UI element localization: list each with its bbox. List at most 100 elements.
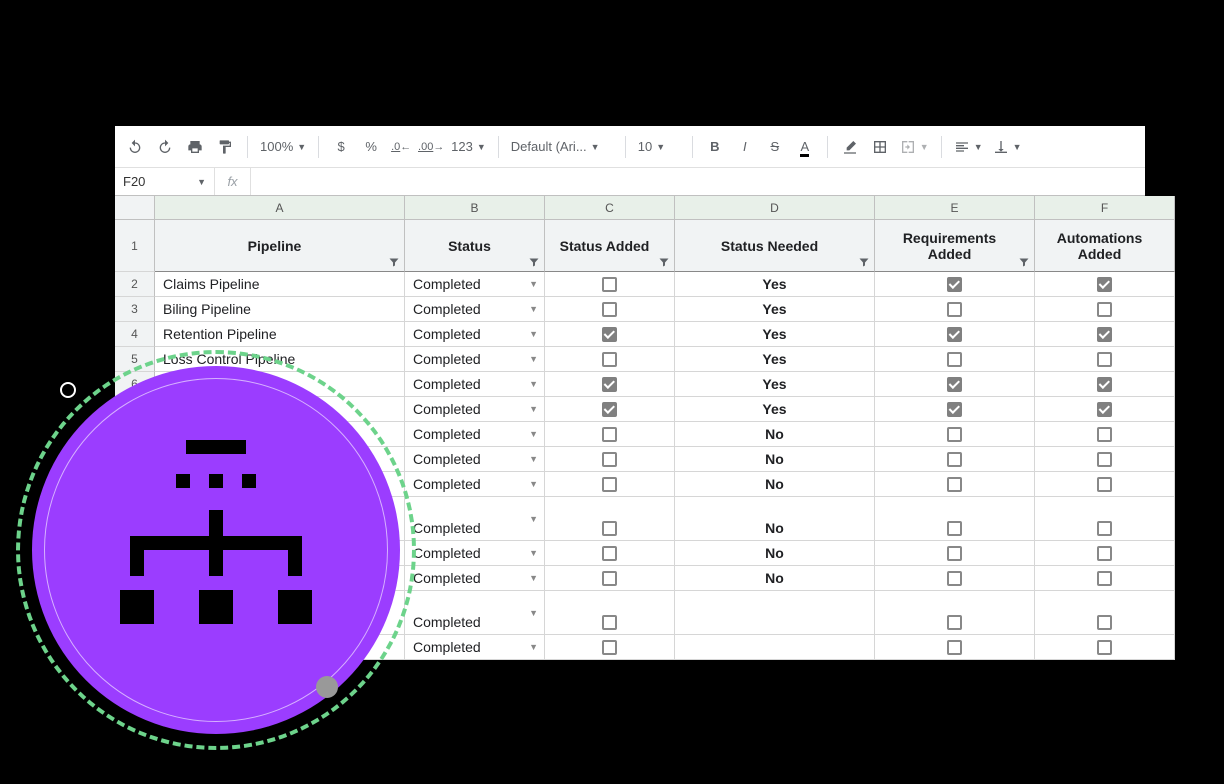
header-cell-pipeline[interactable]: Pipeline [155,220,405,272]
header-cell-status[interactable]: Status [405,220,545,272]
cell-requirements-added[interactable] [875,447,1035,472]
italic-button[interactable]: I [731,133,759,161]
checkbox[interactable] [602,302,617,317]
cell-automations-added[interactable] [1035,497,1175,541]
checkbox[interactable] [947,427,962,442]
font-family-dropdown[interactable]: Default (Ari...▼ [507,139,617,154]
checkbox[interactable] [947,615,962,630]
header-cell-status-needed[interactable]: Status Needed [675,220,875,272]
cell-status-added[interactable] [545,541,675,566]
checkbox[interactable] [602,615,617,630]
cell-status-needed[interactable]: Yes [675,272,875,297]
cell-requirements-added[interactable] [875,566,1035,591]
cell-requirements-added[interactable] [875,372,1035,397]
checkbox[interactable] [947,546,962,561]
cell-status[interactable]: Completed▼ [405,297,545,322]
cell-automations-added[interactable] [1035,422,1175,447]
cell-status-needed[interactable]: Yes [675,322,875,347]
status-dropdown-icon[interactable]: ▼ [529,404,538,414]
checkbox[interactable] [1097,521,1112,536]
cell-status[interactable]: Completed▼ [405,272,545,297]
status-dropdown-icon[interactable]: ▼ [529,329,538,339]
cell-status-needed[interactable]: Yes [675,372,875,397]
checkbox[interactable] [1097,277,1112,292]
checkbox[interactable] [947,402,962,417]
row-header[interactable]: 2 [115,272,155,297]
cell-status[interactable]: Completed▼ [405,541,545,566]
cell-requirements-added[interactable] [875,472,1035,497]
checkbox[interactable] [602,452,617,467]
cell-requirements-added[interactable] [875,635,1035,660]
checkbox[interactable] [602,427,617,442]
filter-icon[interactable] [858,255,870,267]
status-dropdown-icon[interactable]: ▼ [529,608,538,618]
cell-status-added[interactable] [545,297,675,322]
redo-button[interactable] [151,133,179,161]
cell-automations-added[interactable] [1035,297,1175,322]
column-header-E[interactable]: E [875,196,1035,220]
borders-button[interactable] [866,133,894,161]
print-button[interactable] [181,133,209,161]
checkbox[interactable] [602,571,617,586]
checkbox[interactable] [947,352,962,367]
zoom-dropdown[interactable]: 100%▼ [256,139,310,154]
cell-automations-added[interactable] [1035,272,1175,297]
cell-status-added[interactable] [545,272,675,297]
vertical-align-button[interactable]: ▼ [989,139,1026,155]
cell-status-needed[interactable] [675,635,875,660]
cell-status-needed[interactable]: Yes [675,397,875,422]
status-dropdown-icon[interactable]: ▼ [529,429,538,439]
checkbox[interactable] [602,546,617,561]
checkbox[interactable] [1097,452,1112,467]
cell-status-needed[interactable]: No [675,541,875,566]
cell-automations-added[interactable] [1035,566,1175,591]
status-dropdown-icon[interactable]: ▼ [529,279,538,289]
select-all-corner[interactable] [115,196,155,220]
cell-status-added[interactable] [545,322,675,347]
paint-format-button[interactable] [211,133,239,161]
row-header-1[interactable]: 1 [115,220,155,272]
checkbox[interactable] [947,302,962,317]
checkbox[interactable] [602,521,617,536]
cell-status-added[interactable] [545,372,675,397]
column-header-D[interactable]: D [675,196,875,220]
cell-status[interactable]: Completed▼ [405,372,545,397]
checkbox[interactable] [602,477,617,492]
filter-icon[interactable] [1018,255,1030,267]
checkbox[interactable] [602,327,617,342]
cell-status[interactable]: Completed▼ [405,322,545,347]
cell-status[interactable]: Completed▼ [405,447,545,472]
checkbox[interactable] [1097,402,1112,417]
cell-status-added[interactable] [545,497,675,541]
currency-format-button[interactable]: $ [327,133,355,161]
cell-automations-added[interactable] [1035,472,1175,497]
text-color-button[interactable]: A [791,133,819,161]
status-dropdown-icon[interactable]: ▼ [529,379,538,389]
checkbox[interactable] [947,277,962,292]
cell-status[interactable]: Completed▼ [405,472,545,497]
checkbox[interactable] [1097,352,1112,367]
cell-status-needed[interactable]: Yes [675,347,875,372]
cell-status-added[interactable] [545,635,675,660]
percent-format-button[interactable]: % [357,133,385,161]
cell-pipeline[interactable]: Retention Pipeline [155,322,405,347]
cell-requirements-added[interactable] [875,397,1035,422]
checkbox[interactable] [947,452,962,467]
cell-automations-added[interactable] [1035,347,1175,372]
checkbox[interactable] [1097,571,1112,586]
strikethrough-button[interactable]: S [761,133,789,161]
cell-status-added[interactable] [545,472,675,497]
cell-status[interactable]: Completed▼ [405,347,545,372]
cell-status-added[interactable] [545,422,675,447]
cell-requirements-added[interactable] [875,322,1035,347]
row-header[interactable]: 4 [115,322,155,347]
cell-status-added[interactable] [545,447,675,472]
cell-status[interactable]: Completed▼ [405,566,545,591]
checkbox[interactable] [1097,427,1112,442]
column-header-C[interactable]: C [545,196,675,220]
cell-automations-added[interactable] [1035,372,1175,397]
column-header-B[interactable]: B [405,196,545,220]
cell-status[interactable]: Completed▼ [405,422,545,447]
cell-pipeline[interactable]: Biling Pipeline [155,297,405,322]
undo-button[interactable] [121,133,149,161]
